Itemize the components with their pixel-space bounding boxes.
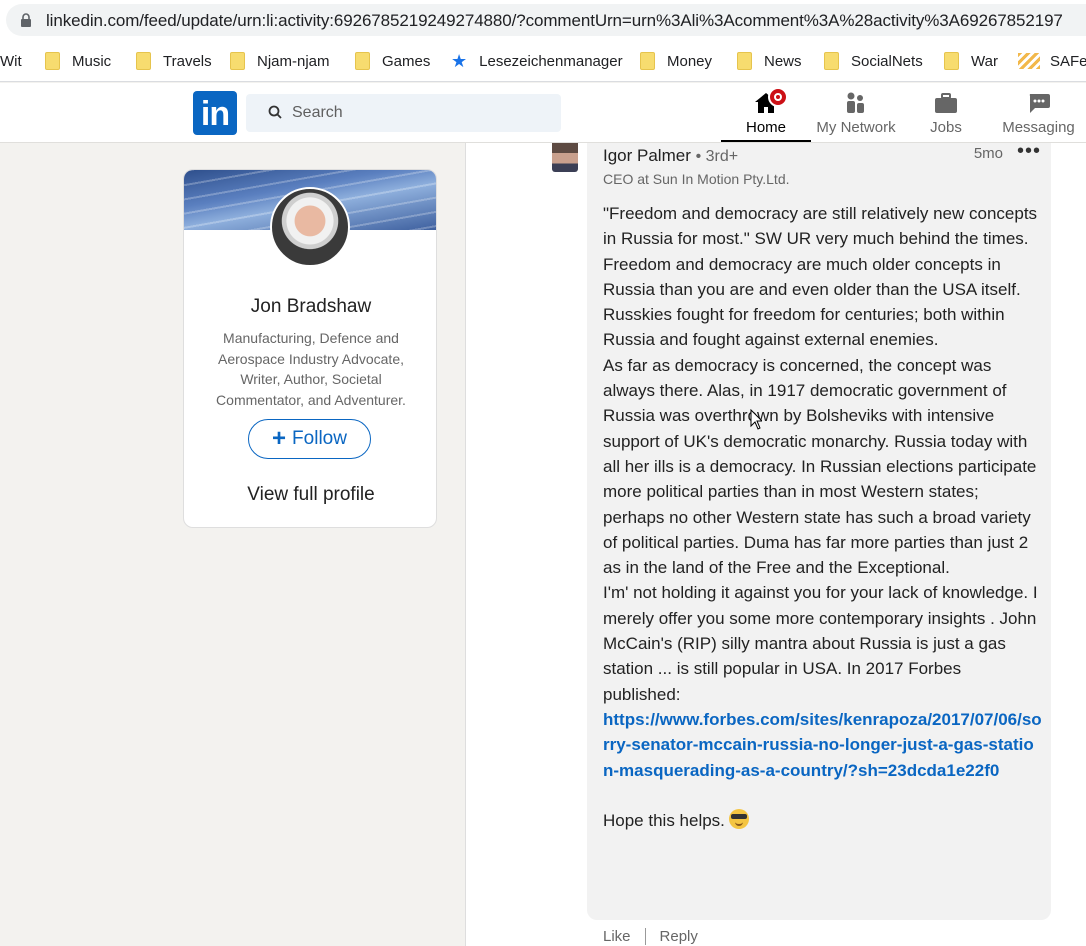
bookmarks-bar: Wit Music Travels Njam-njam Games ★ Lesez… [0, 40, 1086, 82]
bookmark-games[interactable]: Games [355, 51, 430, 71]
folder-icon [944, 52, 959, 70]
nav-messaging[interactable]: Messaging [991, 83, 1086, 142]
bookmark-label: News [764, 52, 802, 70]
comment-paragraph: As far as democracy is concerned, the co… [603, 355, 1037, 578]
nav-label: Jobs [930, 119, 962, 136]
folder-icon [136, 52, 151, 70]
comment-bubble: Igor Palmer • 3rd+ 5mo ••• CEO at Sun In… [587, 140, 1051, 920]
bookmark-label: Music [72, 52, 112, 70]
profile-name[interactable]: Jon Bradshaw [184, 296, 436, 318]
folder-icon [45, 52, 60, 70]
feed-column: Igor Palmer • 3rd+ 5mo ••• CEO at Sun In… [465, 140, 1086, 946]
folder-icon [230, 52, 245, 70]
bookmark-travels[interactable]: Travels [136, 51, 212, 71]
comment-closing: Hope this helps. [603, 811, 725, 831]
bookmark-socialnets[interactable]: SocialNets [824, 51, 923, 71]
profile-avatar[interactable] [270, 187, 350, 267]
browser-address-bar: linkedin.com/feed/update/urn:li:activity… [0, 0, 1086, 40]
commenter-avatar[interactable] [552, 143, 578, 172]
notification-badge [768, 87, 788, 107]
linkedin-header: in Home My Network Jobs Messaging [0, 83, 1086, 143]
folder-icon [737, 52, 752, 70]
briefcase-icon [935, 93, 957, 113]
search-icon [268, 105, 282, 119]
profile-headline: Manufacturing, Defence and Aerospace Ind… [216, 330, 406, 408]
follow-label: Follow [292, 428, 347, 449]
nav-my-network[interactable]: My Network [811, 83, 901, 142]
folder-icon [355, 52, 370, 70]
nav-label: Home [745, 119, 786, 136]
bookmark-safe[interactable]: SAFe [1018, 51, 1086, 71]
comment-time: 5mo [973, 145, 1003, 162]
nav-label: Messaging [1002, 119, 1075, 136]
bookmark-label: Njam-njam [257, 52, 330, 70]
reply-button[interactable]: Reply [660, 928, 698, 945]
bookmark-label: Lesezeichenmanager [479, 52, 623, 70]
mouse-cursor-icon [750, 409, 762, 430]
bookmark-label: SAFe [1050, 52, 1086, 70]
comment-paragraph: "Freedom and democracy are still relativ… [603, 204, 1038, 350]
comment-body: "Freedom and democracy are still relativ… [603, 201, 1043, 833]
comment-author-headline: CEO at Sun In Motion Pty.Ltd. [603, 171, 790, 187]
folder-icon [824, 52, 839, 70]
people-icon [847, 92, 864, 113]
folder-icon [640, 52, 655, 70]
search-input[interactable] [292, 102, 542, 124]
bookmark-wit[interactable]: Wit [0, 51, 22, 71]
url-field[interactable]: linkedin.com/feed/update/urn:li:activity… [6, 4, 1086, 36]
comment-author[interactable]: Igor Palmer [603, 146, 691, 165]
bookmark-label: Money [667, 52, 713, 70]
safe-logo-icon [1018, 53, 1040, 69]
bookmark-label: Travels [163, 52, 212, 70]
more-options-icon[interactable]: ••• [1017, 140, 1041, 163]
bookmark-money[interactable]: Money [640, 51, 712, 71]
bookmark-njam-njam[interactable]: Njam-njam [230, 51, 330, 71]
bookmark-label: Wit [0, 52, 22, 70]
sunglasses-emoji-icon [728, 809, 749, 830]
nav-label: My Network [816, 119, 896, 136]
comment-author-line: Igor Palmer • 3rd+ [603, 146, 738, 166]
bookmark-music[interactable]: Music [45, 51, 111, 71]
divider [644, 928, 646, 945]
forbes-article-link[interactable]: https://www.forbes.com/sites/kenrapoza/2… [603, 710, 1042, 780]
view-full-profile-link[interactable]: View full profile [184, 484, 436, 506]
follow-button[interactable]: + Follow [248, 419, 371, 459]
like-button[interactable]: Like [603, 928, 631, 945]
search-box[interactable] [246, 94, 561, 132]
chat-icon [1029, 94, 1050, 113]
bookmark-war[interactable]: War [944, 51, 998, 71]
linkedin-logo[interactable]: in [193, 91, 237, 135]
author-profile-card: Jon Bradshaw Manufacturing, Defence and … [183, 169, 437, 528]
url-text: linkedin.com/feed/update/urn:li:activity… [46, 11, 1063, 30]
comment-paragraph: I'm' not holding it against you for your… [603, 583, 1038, 704]
comment-actions: Like Reply [603, 928, 698, 945]
bookmark-label: SocialNets [851, 52, 923, 70]
bookmark-label: Games [382, 52, 431, 70]
bookmark-lesezeichenmanager[interactable]: ★ Lesezeichenmanager [451, 51, 623, 71]
nav-home[interactable]: Home [721, 83, 811, 142]
nav-jobs[interactable]: Jobs [901, 83, 991, 142]
connection-degree: • 3rd+ [695, 148, 739, 165]
plus-icon: + [272, 425, 287, 452]
lock-icon [21, 13, 31, 27]
bookmark-label: War [971, 52, 998, 70]
bookmark-news[interactable]: News [737, 51, 802, 71]
star-icon: ★ [451, 50, 468, 71]
